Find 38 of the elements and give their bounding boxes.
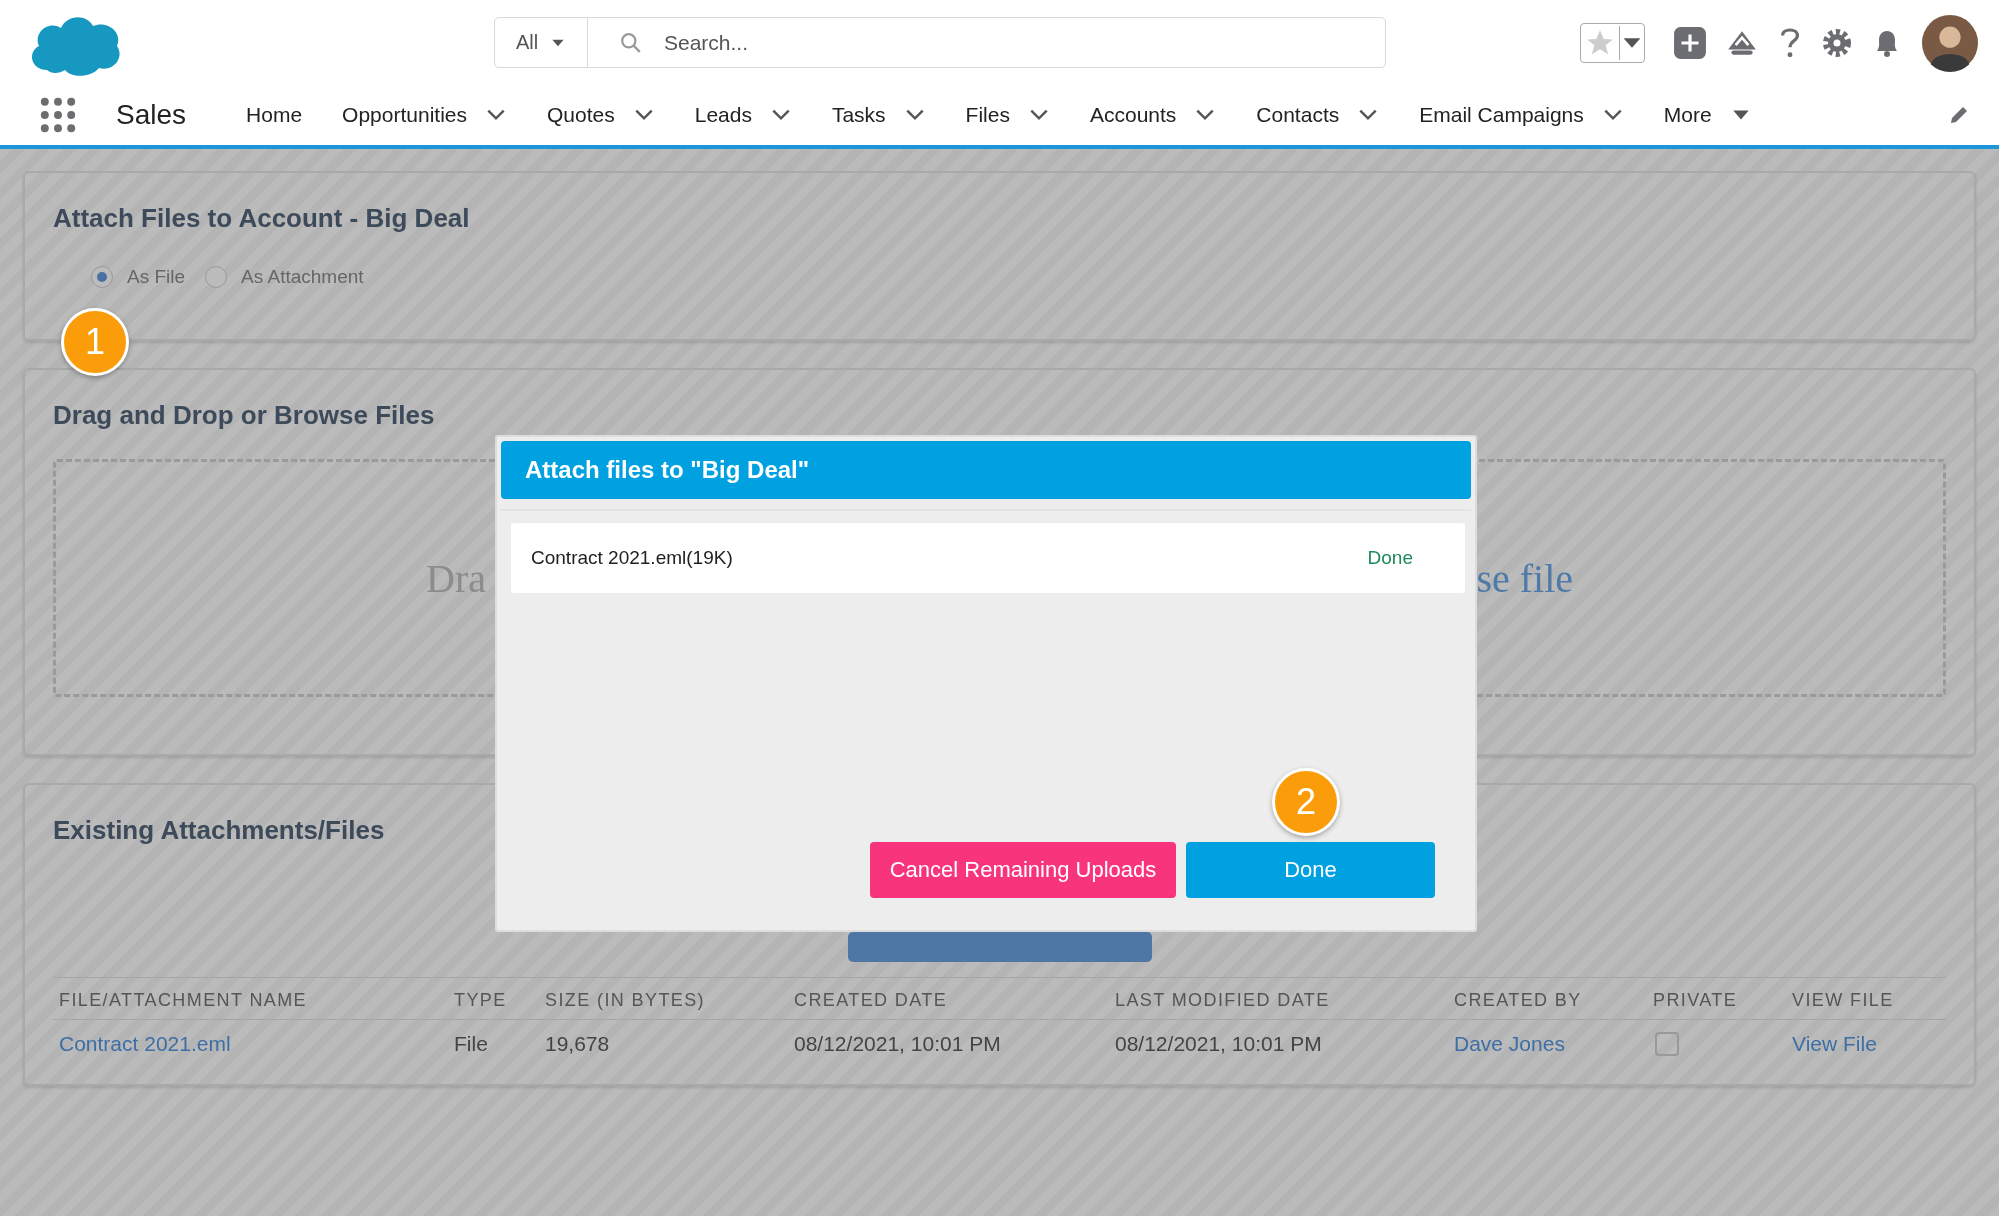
search-icon[interactable] bbox=[620, 31, 642, 54]
dialog-title: Attach files to "Big Deal" bbox=[501, 441, 1471, 499]
nav-tab[interactable]: Contacts bbox=[1256, 103, 1380, 127]
nav-tab[interactable]: More bbox=[1663, 103, 1752, 127]
avatar-icon[interactable] bbox=[1921, 13, 1979, 72]
scope-dropdown[interactable]: All bbox=[495, 18, 588, 67]
table-cell: 08/12/2021, 10:01 PM bbox=[1115, 1032, 1322, 1055]
upload-status: Done bbox=[1367, 547, 1413, 569]
app-name: Sales bbox=[116, 99, 187, 131]
column-header: PRIVATE bbox=[1647, 978, 1786, 1020]
table-cell: 08/12/2021, 10:01 PM bbox=[794, 1032, 1001, 1055]
column-header: CREATED BY bbox=[1448, 978, 1647, 1020]
nav-tab[interactable]: Email Campaigns bbox=[1419, 103, 1624, 127]
search-field[interactable]: All Search... bbox=[494, 17, 1386, 68]
column-header: CREATED DATE bbox=[788, 978, 1109, 1020]
nav-tab[interactable]: Accounts bbox=[1089, 103, 1217, 127]
cancel-button[interactable]: Cancel Remaining Uploads bbox=[870, 842, 1176, 898]
column-header: FILE/ATTACHMENT NAME bbox=[53, 978, 448, 1020]
plus-icon[interactable] bbox=[1673, 25, 1707, 60]
column-header: SIZE (IN BYTES) bbox=[539, 978, 788, 1020]
column-header: LAST MODIFIED DATE bbox=[1109, 978, 1448, 1020]
panel-title: Existing Attachments/Files bbox=[53, 815, 386, 846]
file-name: Contract 2021.eml(19K) bbox=[531, 547, 733, 569]
checkbox[interactable] bbox=[1655, 1032, 1679, 1056]
nav-tab[interactable]: Files bbox=[965, 103, 1050, 127]
nav-tab[interactable]: Opportunities bbox=[342, 103, 507, 127]
table-cell: 19,678 bbox=[545, 1032, 610, 1055]
app-launcher-icon[interactable] bbox=[40, 97, 76, 133]
panel-title: Attach Files to Account - Big Deal bbox=[53, 203, 471, 234]
table-cell: File bbox=[454, 1032, 488, 1055]
nav-tab[interactable]: Tasks bbox=[831, 103, 926, 127]
column-header: VIEW FILE bbox=[1786, 978, 1946, 1020]
panel-title: Drag and Drop or Browse Files bbox=[53, 400, 436, 431]
nav-tab[interactable]: Home bbox=[246, 103, 303, 127]
nav-tab[interactable]: Quotes bbox=[547, 103, 655, 127]
settings-icon[interactable] bbox=[1821, 26, 1853, 59]
column-header: TYPE bbox=[448, 978, 539, 1020]
nav-tab[interactable]: Leads bbox=[694, 103, 792, 127]
